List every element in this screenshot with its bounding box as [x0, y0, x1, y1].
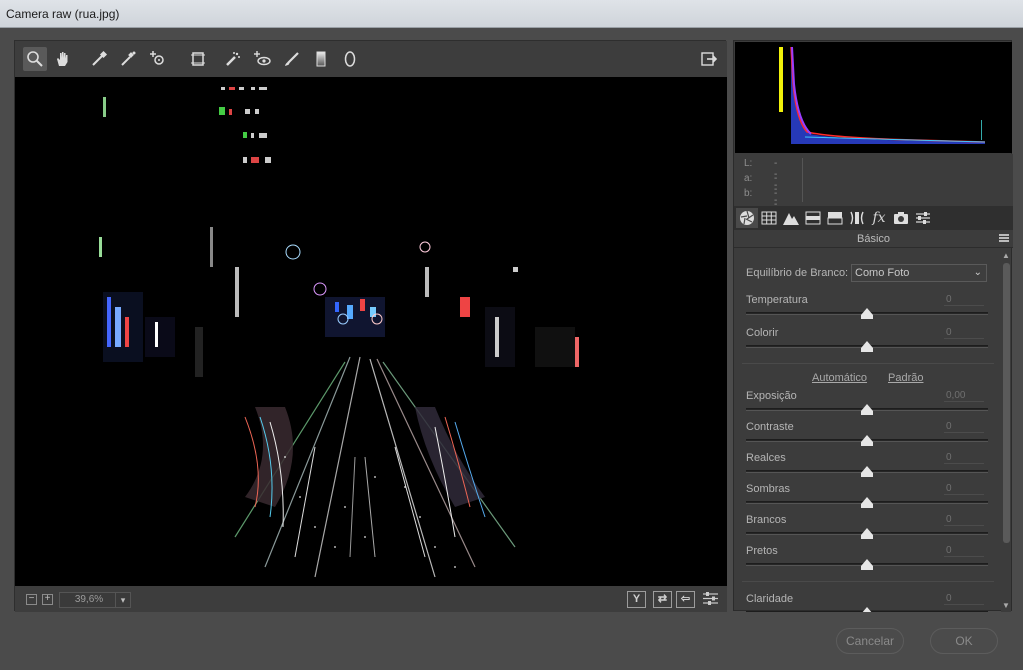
panel-tabs: fx [734, 206, 1013, 230]
lab-label-b: b: [744, 188, 753, 199]
default-link[interactable]: Padrão [888, 372, 923, 384]
white-balance-select[interactable]: Como Foto ⌄ [851, 264, 987, 282]
realces-value[interactable]: 0 [944, 452, 984, 464]
toolbar [15, 41, 727, 77]
open-preferences-icon[interactable] [697, 47, 721, 71]
graduated-filter-tool-icon[interactable] [309, 47, 333, 71]
hand-tool-icon[interactable] [51, 47, 75, 71]
lab-row-a: a: --- [744, 173, 777, 206]
toggle-settings-icon[interactable] [701, 591, 720, 608]
copy-settings-button[interactable]: ⇦ [676, 591, 695, 608]
cancel-button[interactable]: Cancelar [836, 628, 904, 654]
exposicao-value[interactable]: 0,00 [944, 390, 984, 402]
lab-label-a: a: [744, 173, 753, 184]
lab-divider [802, 158, 803, 202]
claridade-value[interactable]: 0 [944, 593, 984, 605]
divider [742, 581, 994, 582]
lab-readout: L: --- a: --- b: --- [734, 154, 1013, 221]
image-preview[interactable] [15, 77, 727, 586]
pretos-label: Pretos [746, 545, 778, 557]
workspace: − + 39,6% ▾ Y ⇄ ⇦ [14, 40, 727, 612]
preview-image [15, 77, 727, 586]
scroll-down-icon[interactable]: ▼ [1002, 601, 1010, 610]
exposicao-slider-thumb[interactable] [861, 404, 873, 415]
before-after-view-button[interactable]: Y [627, 591, 646, 608]
exposicao-label: Exposição [746, 390, 797, 402]
zoom-in-button[interactable]: + [42, 594, 53, 605]
title-bar: Camera raw (rua.jpg) [0, 0, 1023, 28]
transform-tool-icon[interactable] [186, 47, 210, 71]
scroll-up-icon[interactable]: ▲ [1002, 251, 1010, 260]
zoom-tool-icon[interactable] [23, 47, 47, 71]
status-bar: − + 39,6% ▾ Y ⇄ ⇦ [15, 586, 727, 612]
brancos-slider-thumb[interactable] [861, 528, 873, 539]
lab-label-l: L: [744, 158, 753, 169]
swap-settings-button[interactable]: ⇄ [653, 591, 672, 608]
sombras-value[interactable]: 0 [944, 483, 984, 495]
ok-button[interactable]: OK [930, 628, 998, 654]
histogram-yellow-peak [779, 47, 783, 112]
hsl-icon[interactable] [802, 208, 824, 228]
presets-sliders-icon[interactable] [912, 208, 934, 228]
section-title: Básico [856, 233, 891, 245]
realces-slider-thumb[interactable] [861, 466, 873, 477]
histogram [735, 42, 1012, 153]
temperatura-value[interactable]: 0 [944, 294, 984, 306]
pretos-slider-thumb[interactable] [861, 559, 873, 570]
pretos-value[interactable]: 0 [944, 545, 984, 557]
targeted-adjustment-tool-icon[interactable] [146, 47, 170, 71]
claridade-slider-thumb[interactable] [861, 607, 873, 612]
window-title: Camera raw (rua.jpg) [6, 7, 120, 21]
temperatura-slider-thumb[interactable] [861, 308, 873, 319]
panel-menu-icon[interactable] [999, 234, 1009, 242]
zoom-level-field[interactable]: 39,6% [59, 592, 119, 608]
auto-link[interactable]: Automático [812, 372, 867, 384]
spot-removal-tool-icon[interactable] [221, 47, 245, 71]
red-eye-removal-tool-icon[interactable] [250, 47, 274, 71]
detail-mountain-icon[interactable] [780, 208, 802, 228]
scrollbar-thumb[interactable] [1003, 263, 1010, 543]
effects-fx-icon[interactable]: fx [868, 208, 890, 228]
white-balance-value: Como Foto [855, 267, 910, 279]
radial-filter-tool-icon[interactable] [338, 47, 362, 71]
divider [742, 363, 994, 364]
contraste-slider-thumb[interactable] [861, 435, 873, 446]
section-header: Básico [734, 230, 1013, 248]
temperatura-label: Temperatura [746, 294, 808, 306]
sombras-slider-thumb[interactable] [861, 497, 873, 508]
sombras-label: Sombras [746, 483, 791, 495]
white-balance-tool-icon[interactable] [87, 47, 111, 71]
color-sampler-tool-icon[interactable] [116, 47, 140, 71]
colorir-label: Colorir [746, 327, 779, 339]
white-balance-label: Equilíbrio de Branco: [746, 267, 849, 279]
right-panel: L: --- a: --- b: --- fx [733, 40, 1013, 612]
claridade-label: Claridade [746, 593, 794, 605]
split-toning-icon[interactable] [824, 208, 846, 228]
lab-row-l: L: --- [744, 158, 777, 191]
brancos-label: Brancos [746, 514, 787, 526]
basic-tab-aperture-icon[interactable] [736, 208, 758, 228]
panel-scrollbar[interactable]: ▲ ▼ [1001, 249, 1011, 612]
zoom-out-button[interactable]: − [26, 594, 37, 605]
adjustment-brush-tool-icon[interactable] [280, 47, 304, 71]
colorir-value[interactable]: 0 [944, 327, 984, 339]
brancos-value[interactable]: 0 [944, 514, 984, 526]
chevron-down-icon: ⌄ [973, 267, 982, 278]
tone-curve-grid-icon[interactable] [758, 208, 780, 228]
contraste-value[interactable]: 0 [944, 421, 984, 433]
colorir-slider-thumb[interactable] [861, 341, 873, 352]
zoom-dropdown-chevron-icon[interactable]: ▾ [115, 592, 131, 608]
realces-label: Realces [746, 452, 786, 464]
camera-calibration-icon[interactable] [890, 208, 912, 228]
lab-row-b: b: --- [744, 188, 777, 221]
contraste-label: Contraste [746, 421, 794, 433]
basic-controls: Equilíbrio de Branco: Como Foto ⌄ Temper… [734, 249, 1001, 612]
lens-corrections-icon[interactable] [846, 208, 868, 228]
